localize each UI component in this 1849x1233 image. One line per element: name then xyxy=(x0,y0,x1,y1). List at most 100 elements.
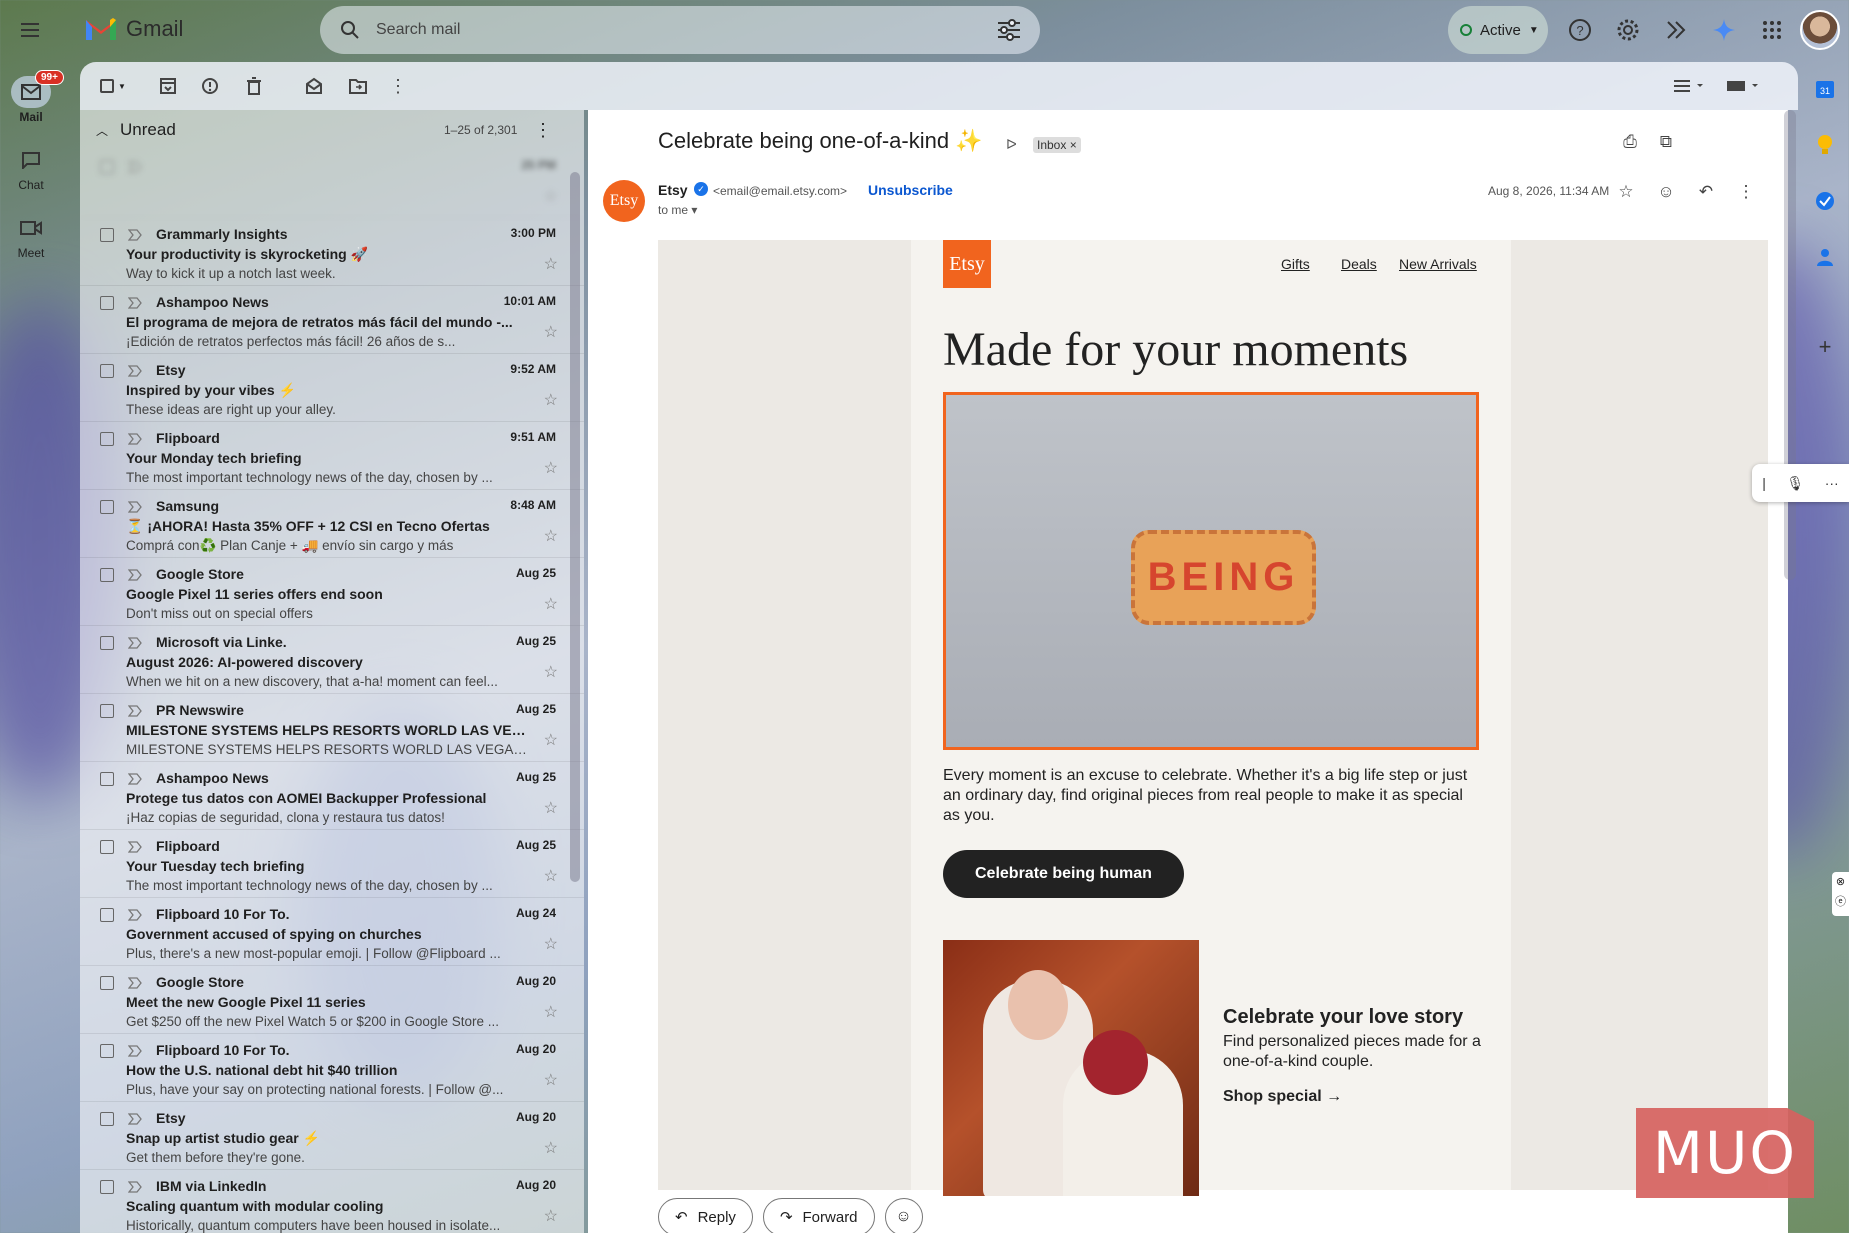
star-icon[interactable]: ☆ xyxy=(544,798,558,818)
mark-as-read-icon[interactable] xyxy=(302,74,326,98)
microphone-icon[interactable]: 🎙 xyxy=(1786,475,1804,492)
important-marker-icon[interactable] xyxy=(127,1180,142,1193)
star-icon[interactable]: ☆ xyxy=(544,934,558,954)
sender-name[interactable]: Etsy xyxy=(658,182,688,198)
add-addon-icon[interactable]: + xyxy=(1812,334,1838,360)
open-in-new-window-icon[interactable]: ⧉ xyxy=(1654,130,1678,154)
email-row[interactable]: IBM via LinkedIn Aug 20 Scaling quantum wi… xyxy=(80,1170,584,1233)
search-icon[interactable] xyxy=(338,18,362,42)
star-icon[interactable]: ☆ xyxy=(544,322,558,342)
couple-photo[interactable] xyxy=(943,940,1199,1196)
reader-scrollbar[interactable] xyxy=(1784,110,1796,580)
account-avatar[interactable] xyxy=(1800,10,1840,50)
tasks-icon[interactable] xyxy=(1812,188,1838,214)
chevron-up-icon[interactable]: ︿ xyxy=(96,122,108,139)
star-icon[interactable]: ☆ xyxy=(544,662,558,682)
main-menu-button[interactable] xyxy=(14,14,46,46)
important-marker-icon[interactable] xyxy=(127,228,142,241)
status-selector[interactable]: Active ▼ xyxy=(1448,6,1548,54)
important-marker-icon[interactable] xyxy=(127,568,142,581)
email-row[interactable]: Ashampoo News 10:01 AM El programa de mejo… xyxy=(80,286,584,354)
row-checkbox[interactable] xyxy=(100,228,114,242)
email-row[interactable]: Grammarly Insights 3:00 PM Your productivi… xyxy=(80,218,584,286)
row-checkbox[interactable] xyxy=(100,772,114,786)
star-icon[interactable]: ☆ xyxy=(544,1002,558,1022)
recipient-details[interactable]: to me ▾ xyxy=(658,203,697,217)
celebrate-button[interactable]: Celebrate being human xyxy=(943,850,1184,898)
gemini-sparkle-outline-icon[interactable] xyxy=(1662,16,1690,44)
row-checkbox[interactable] xyxy=(100,1112,114,1126)
star-icon[interactable]: ☆ xyxy=(544,254,558,274)
row-checkbox[interactable] xyxy=(100,500,114,514)
email-row[interactable]: Google Store Aug 20 Meet the new Google Pi… xyxy=(80,966,584,1034)
reply-button[interactable]: ↶ Reply xyxy=(658,1198,753,1233)
more-vert-icon[interactable]: ⋮ xyxy=(386,74,410,98)
calendar-icon[interactable]: 31 xyxy=(1812,76,1838,102)
email-row[interactable]: Flipboard 10 For To. Aug 20 How the U.S. n… xyxy=(80,1034,584,1102)
email-row[interactable]: 25 PM ☆ xyxy=(80,150,584,218)
list-scrollbar[interactable] xyxy=(570,172,580,882)
list-section-header[interactable]: ︿ Unread 1–25 of 2,301 ⋮ xyxy=(80,110,584,150)
important-marker-icon[interactable] xyxy=(127,432,142,445)
apps-grid-icon[interactable] xyxy=(1758,16,1786,44)
nav-link-new-arrivals[interactable]: New Arrivals xyxy=(1399,256,1477,272)
email-row[interactable]: Etsy 9:52 AM Inspired by your vibes ⚡ These… xyxy=(80,354,584,422)
extension-icon[interactable]: ⊗ ⓔ xyxy=(1832,872,1849,916)
add-reaction-emoji-icon[interactable]: ☺ xyxy=(884,1198,923,1233)
important-marker-icon[interactable] xyxy=(127,160,142,173)
settings-gear-icon[interactable] xyxy=(1614,16,1642,44)
nav-link-gifts[interactable]: Gifts xyxy=(1281,256,1310,272)
more-vert-icon[interactable]: ⋮ xyxy=(534,120,552,141)
important-marker-icon[interactable] xyxy=(127,1112,142,1125)
star-icon[interactable]: ☆ xyxy=(544,1206,558,1226)
search-input[interactable]: Search mail xyxy=(376,21,996,39)
hero-image[interactable]: BEING xyxy=(943,392,1479,750)
important-marker-icon[interactable] xyxy=(127,704,142,717)
row-checkbox[interactable] xyxy=(100,840,114,854)
contacts-icon[interactable] xyxy=(1812,244,1838,270)
inbox-label-chip[interactable]: Inbox × xyxy=(1033,137,1081,153)
star-icon[interactable]: ☆ xyxy=(544,866,558,886)
email-row[interactable]: Google Store Aug 25 Google Pixel 11 series… xyxy=(80,558,584,626)
important-marker-icon[interactable] xyxy=(127,636,142,649)
nav-link-deals[interactable]: Deals xyxy=(1341,256,1377,272)
row-checkbox[interactable] xyxy=(100,364,114,378)
input-tools-keyboard-icon[interactable] xyxy=(1724,74,1764,98)
important-marker-icon[interactable] xyxy=(127,500,142,513)
help-icon[interactable]: ? xyxy=(1566,16,1594,44)
star-icon[interactable]: ☆ xyxy=(544,390,558,410)
dictation-widget[interactable]: | 🎙 ··· xyxy=(1752,464,1849,502)
archive-icon[interactable] xyxy=(156,74,180,98)
important-marker-icon[interactable] xyxy=(127,840,142,853)
star-icon[interactable]: ☆ xyxy=(544,458,558,478)
email-row[interactable]: Flipboard 10 For To. Aug 24 Government acc… xyxy=(80,898,584,966)
star-icon[interactable]: ☆ xyxy=(1614,180,1638,204)
print-icon[interactable]: ⎙ xyxy=(1618,130,1642,154)
more-vert-icon[interactable]: ⋮ xyxy=(1734,180,1758,204)
important-marker-icon[interactable] xyxy=(127,908,142,921)
select-all-checkbox[interactable]: ▼ xyxy=(96,74,130,98)
email-row[interactable]: Microsoft via Linke. Aug 25 August 2026: A… xyxy=(80,626,584,694)
star-icon[interactable]: ☆ xyxy=(544,594,558,614)
email-row[interactable]: Etsy Aug 20 Snap up artist studio gear ⚡ Ge… xyxy=(80,1102,584,1170)
row-checkbox[interactable] xyxy=(100,1044,114,1058)
search-bar[interactable]: Search mail xyxy=(320,6,1040,54)
important-marker-icon[interactable] xyxy=(127,1044,142,1057)
email-row[interactable]: Samsung 8:48 AM ⏳ ¡AHORA! Hasta 35% OFF + … xyxy=(80,490,584,558)
star-icon[interactable]: ☆ xyxy=(544,186,558,206)
add-reaction-emoji-icon[interactable]: ☺ xyxy=(1654,180,1678,204)
row-checkbox[interactable] xyxy=(100,636,114,650)
split-pane-toggle-icon[interactable] xyxy=(1670,74,1710,98)
search-options-icon[interactable] xyxy=(996,19,1022,41)
row-checkbox[interactable] xyxy=(100,568,114,582)
report-spam-icon[interactable] xyxy=(198,74,222,98)
row-checkbox[interactable] xyxy=(100,160,114,174)
gemini-icon[interactable] xyxy=(1710,16,1738,44)
rail-item-meet[interactable]: Meet xyxy=(0,212,62,260)
gmail-logo[interactable]: Gmail xyxy=(84,16,183,42)
row-checkbox[interactable] xyxy=(100,976,114,990)
star-icon[interactable]: ☆ xyxy=(544,1070,558,1090)
important-marker-icon[interactable] xyxy=(127,772,142,785)
forward-button[interactable]: ↷ Forward xyxy=(762,1198,875,1233)
move-to-folder-icon[interactable] xyxy=(346,74,370,98)
